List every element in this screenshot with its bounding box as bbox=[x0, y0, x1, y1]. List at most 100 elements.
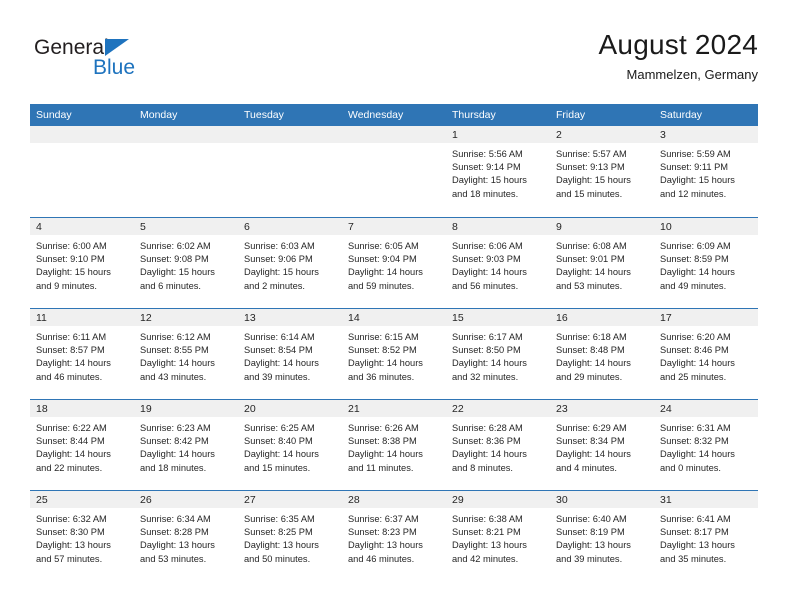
day-cell[interactable]: 7 Sunrise: 6:05 AM Sunset: 9:04 PM Daylight… bbox=[342, 217, 446, 308]
day-sun-info: Sunrise: 6:20 AM Sunset: 8:46 PM Daylight:… bbox=[654, 326, 758, 384]
day-cell[interactable]: 16 Sunrise: 6:18 AM Sunset: 8:48 PM Dayligh… bbox=[550, 308, 654, 399]
day-cell[interactable]: 12 Sunrise: 6:12 AM Sunset: 8:55 PM Dayligh… bbox=[134, 308, 238, 399]
day-cell[interactable]: 19 Sunrise: 6:23 AM Sunset: 8:42 PM Dayligh… bbox=[134, 399, 238, 490]
day-cell[interactable]: 8 Sunrise: 6:06 AM Sunset: 9:03 PM Daylight… bbox=[446, 217, 550, 308]
day-cell[interactable]: 25 Sunrise: 6:32 AM Sunset: 8:30 PM Dayligh… bbox=[30, 490, 134, 581]
day-info-sunset: Sunset: 8:36 PM bbox=[452, 436, 521, 447]
day-cell[interactable]: 27 Sunrise: 6:35 AM Sunset: 8:25 PM Dayligh… bbox=[238, 490, 342, 581]
calendar-cell[interactable]: 25 Sunrise: 6:32 AM Sunset: 8:30 PM Dayligh… bbox=[30, 490, 134, 581]
calendar-cell[interactable]: 12 Sunrise: 6:12 AM Sunset: 8:55 PM Dayligh… bbox=[134, 308, 238, 399]
day-info-sunset: Sunset: 8:54 PM bbox=[244, 345, 313, 356]
calendar-cell[interactable]: 21 Sunrise: 6:26 AM Sunset: 8:38 PM Dayligh… bbox=[342, 399, 446, 490]
calendar-cell[interactable]: 7 Sunrise: 6:05 AM Sunset: 9:04 PM Daylight… bbox=[342, 217, 446, 308]
calendar-cell[interactable]: 23 Sunrise: 6:29 AM Sunset: 8:34 PM Dayligh… bbox=[550, 399, 654, 490]
calendar-cell[interactable]: 16 Sunrise: 6:18 AM Sunset: 8:48 PM Dayligh… bbox=[550, 308, 654, 399]
day-info-daylight2: and 35 minutes. bbox=[660, 553, 727, 564]
calendar-cell[interactable]: 28 Sunrise: 6:37 AM Sunset: 8:23 PM Dayligh… bbox=[342, 490, 446, 581]
day-info-sunrise: Sunrise: 6:12 AM bbox=[140, 332, 211, 342]
day-info-sunset: Sunset: 9:04 PM bbox=[348, 254, 417, 265]
calendar-cell[interactable]: 4 Sunrise: 6:00 AM Sunset: 9:10 PM Daylight… bbox=[30, 217, 134, 308]
calendar-cell[interactable]: 5 Sunrise: 6:02 AM Sunset: 9:08 PM Daylight… bbox=[134, 217, 238, 308]
calendar-cell[interactable]: 13 Sunrise: 6:14 AM Sunset: 8:54 PM Dayligh… bbox=[238, 308, 342, 399]
day-info-daylight2: and 4 minutes. bbox=[556, 462, 617, 473]
day-cell[interactable]: 1 Sunrise: 5:56 AM Sunset: 9:14 PM Daylight… bbox=[446, 126, 550, 217]
calendar-cell[interactable]: 6 Sunrise: 6:03 AM Sunset: 9:06 PM Daylight… bbox=[238, 217, 342, 308]
day-cell[interactable]: 21 Sunrise: 6:26 AM Sunset: 8:38 PM Dayligh… bbox=[342, 399, 446, 490]
day-cell[interactable]: 23 Sunrise: 6:29 AM Sunset: 8:34 PM Dayligh… bbox=[550, 399, 654, 490]
day-info-sunrise: Sunrise: 6:14 AM bbox=[244, 332, 315, 342]
day-cell[interactable]: 14 Sunrise: 6:15 AM Sunset: 8:52 PM Dayligh… bbox=[342, 308, 446, 399]
day-cell[interactable]: 5 Sunrise: 6:02 AM Sunset: 9:08 PM Daylight… bbox=[134, 217, 238, 308]
calendar-cell[interactable]: 11 Sunrise: 6:11 AM Sunset: 8:57 PM Dayligh… bbox=[30, 308, 134, 399]
calendar-cell[interactable]: 30 Sunrise: 6:40 AM Sunset: 8:19 PM Dayligh… bbox=[550, 490, 654, 581]
day-sun-info: Sunrise: 6:08 AM Sunset: 9:01 PM Daylight:… bbox=[550, 235, 654, 293]
day-info-sunrise: Sunrise: 6:40 AM bbox=[556, 514, 627, 524]
calendar-cell[interactable]: 1 Sunrise: 5:56 AM Sunset: 9:14 PM Daylight… bbox=[446, 126, 550, 217]
day-cell[interactable] bbox=[342, 126, 446, 217]
day-cell[interactable] bbox=[134, 126, 238, 217]
day-number: 20 bbox=[238, 400, 342, 417]
calendar-cell[interactable]: 3 Sunrise: 5:59 AM Sunset: 9:11 PM Daylight… bbox=[654, 126, 758, 217]
calendar-table: Sunday Monday Tuesday Wednesday Thursday… bbox=[30, 104, 758, 581]
day-cell[interactable]: 2 Sunrise: 5:57 AM Sunset: 9:13 PM Daylight… bbox=[550, 126, 654, 217]
day-cell[interactable]: 10 Sunrise: 6:09 AM Sunset: 8:59 PM Dayligh… bbox=[654, 217, 758, 308]
day-cell[interactable]: 11 Sunrise: 6:11 AM Sunset: 8:57 PM Dayligh… bbox=[30, 308, 134, 399]
calendar-cell[interactable] bbox=[134, 126, 238, 217]
day-info-sunrise: Sunrise: 6:06 AM bbox=[452, 241, 523, 251]
day-number: 30 bbox=[550, 491, 654, 508]
calendar-cell[interactable]: 31 Sunrise: 6:41 AM Sunset: 8:17 PM Dayligh… bbox=[654, 490, 758, 581]
calendar-cell[interactable]: 29 Sunrise: 6:38 AM Sunset: 8:21 PM Dayligh… bbox=[446, 490, 550, 581]
day-info-sunrise: Sunrise: 6:31 AM bbox=[660, 423, 731, 433]
day-info-sunrise: Sunrise: 6:09 AM bbox=[660, 241, 731, 251]
day-cell[interactable]: 6 Sunrise: 6:03 AM Sunset: 9:06 PM Daylight… bbox=[238, 217, 342, 308]
day-cell[interactable]: 18 Sunrise: 6:22 AM Sunset: 8:44 PM Dayligh… bbox=[30, 399, 134, 490]
calendar-cell[interactable]: 15 Sunrise: 6:17 AM Sunset: 8:50 PM Dayligh… bbox=[446, 308, 550, 399]
day-cell[interactable]: 17 Sunrise: 6:20 AM Sunset: 8:46 PM Dayligh… bbox=[654, 308, 758, 399]
day-cell[interactable]: 20 Sunrise: 6:25 AM Sunset: 8:40 PM Dayligh… bbox=[238, 399, 342, 490]
calendar-cell[interactable]: 19 Sunrise: 6:23 AM Sunset: 8:42 PM Dayligh… bbox=[134, 399, 238, 490]
day-sun-info: Sunrise: 6:35 AM Sunset: 8:25 PM Daylight:… bbox=[238, 508, 342, 566]
calendar-cell[interactable] bbox=[30, 126, 134, 217]
calendar-cell[interactable] bbox=[342, 126, 446, 217]
calendar-cell[interactable]: 9 Sunrise: 6:08 AM Sunset: 9:01 PM Daylight… bbox=[550, 217, 654, 308]
calendar-cell[interactable]: 14 Sunrise: 6:15 AM Sunset: 8:52 PM Dayligh… bbox=[342, 308, 446, 399]
calendar-cell[interactable]: 8 Sunrise: 6:06 AM Sunset: 9:03 PM Daylight… bbox=[446, 217, 550, 308]
day-cell[interactable]: 29 Sunrise: 6:38 AM Sunset: 8:21 PM Dayligh… bbox=[446, 490, 550, 581]
day-info-daylight1: Daylight: 15 hours bbox=[660, 175, 735, 186]
day-cell[interactable]: 28 Sunrise: 6:37 AM Sunset: 8:23 PM Dayligh… bbox=[342, 490, 446, 581]
day-info-sunrise: Sunrise: 6:08 AM bbox=[556, 241, 627, 251]
day-info-sunrise: Sunrise: 6:00 AM bbox=[36, 241, 107, 251]
day-cell[interactable]: 30 Sunrise: 6:40 AM Sunset: 8:19 PM Dayligh… bbox=[550, 490, 654, 581]
day-cell[interactable]: 4 Sunrise: 6:00 AM Sunset: 9:10 PM Daylight… bbox=[30, 217, 134, 308]
day-info-sunset: Sunset: 8:32 PM bbox=[660, 436, 729, 447]
day-cell[interactable]: 15 Sunrise: 6:17 AM Sunset: 8:50 PM Dayligh… bbox=[446, 308, 550, 399]
calendar-cell[interactable]: 10 Sunrise: 6:09 AM Sunset: 8:59 PM Dayligh… bbox=[654, 217, 758, 308]
day-cell[interactable]: 3 Sunrise: 5:59 AM Sunset: 9:11 PM Daylight… bbox=[654, 126, 758, 217]
day-cell[interactable] bbox=[30, 126, 134, 217]
day-info-sunrise: Sunrise: 6:25 AM bbox=[244, 423, 315, 433]
day-cell[interactable]: 26 Sunrise: 6:34 AM Sunset: 8:28 PM Dayligh… bbox=[134, 490, 238, 581]
day-cell[interactable]: 13 Sunrise: 6:14 AM Sunset: 8:54 PM Dayligh… bbox=[238, 308, 342, 399]
calendar-cell[interactable] bbox=[238, 126, 342, 217]
logo-triangle-icon bbox=[105, 39, 129, 56]
generalblue-logo[interactable]: General Blue bbox=[34, 36, 214, 86]
calendar-cell[interactable]: 17 Sunrise: 6:20 AM Sunset: 8:46 PM Dayligh… bbox=[654, 308, 758, 399]
calendar-cell[interactable]: 26 Sunrise: 6:34 AM Sunset: 8:28 PM Dayligh… bbox=[134, 490, 238, 581]
day-info-sunrise: Sunrise: 6:03 AM bbox=[244, 241, 315, 251]
day-sun-info: Sunrise: 6:31 AM Sunset: 8:32 PM Daylight:… bbox=[654, 417, 758, 475]
day-info-sunset: Sunset: 8:50 PM bbox=[452, 345, 521, 356]
calendar-cell[interactable]: 27 Sunrise: 6:35 AM Sunset: 8:25 PM Dayligh… bbox=[238, 490, 342, 581]
day-cell[interactable]: 31 Sunrise: 6:41 AM Sunset: 8:17 PM Dayligh… bbox=[654, 490, 758, 581]
day-info-sunrise: Sunrise: 6:22 AM bbox=[36, 423, 107, 433]
day-info-daylight1: Daylight: 14 hours bbox=[140, 358, 215, 369]
calendar-cell[interactable]: 24 Sunrise: 6:31 AM Sunset: 8:32 PM Dayligh… bbox=[654, 399, 758, 490]
day-info-daylight2: and 9 minutes. bbox=[36, 280, 97, 291]
calendar-cell[interactable]: 2 Sunrise: 5:57 AM Sunset: 9:13 PM Daylight… bbox=[550, 126, 654, 217]
calendar-cell[interactable]: 20 Sunrise: 6:25 AM Sunset: 8:40 PM Dayligh… bbox=[238, 399, 342, 490]
day-cell[interactable]: 24 Sunrise: 6:31 AM Sunset: 8:32 PM Dayligh… bbox=[654, 399, 758, 490]
day-cell[interactable] bbox=[238, 126, 342, 217]
day-cell[interactable]: 22 Sunrise: 6:28 AM Sunset: 8:36 PM Dayligh… bbox=[446, 399, 550, 490]
calendar-cell[interactable]: 22 Sunrise: 6:28 AM Sunset: 8:36 PM Dayligh… bbox=[446, 399, 550, 490]
day-cell[interactable]: 9 Sunrise: 6:08 AM Sunset: 9:01 PM Daylight… bbox=[550, 217, 654, 308]
calendar-cell[interactable]: 18 Sunrise: 6:22 AM Sunset: 8:44 PM Dayligh… bbox=[30, 399, 134, 490]
